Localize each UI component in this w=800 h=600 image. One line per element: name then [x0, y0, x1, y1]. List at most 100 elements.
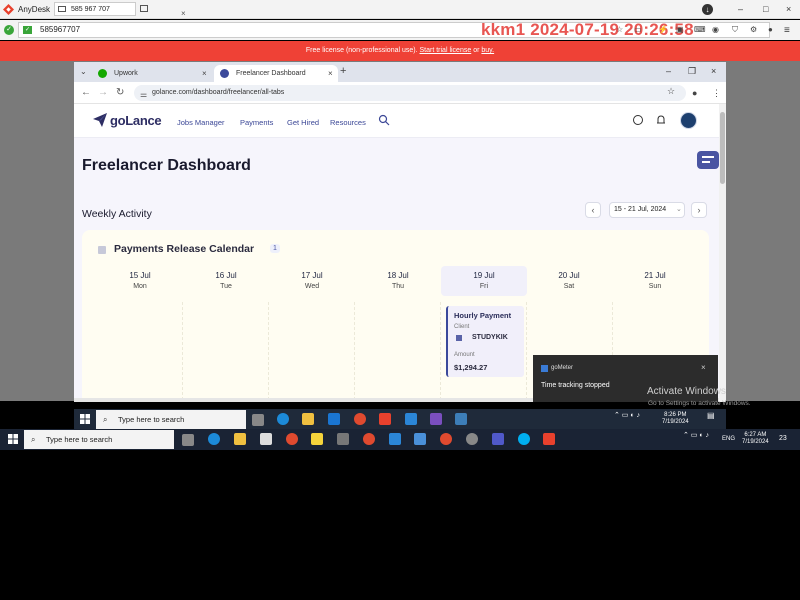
close-tab-icon[interactable]: ×: [328, 65, 333, 82]
task-view-icon[interactable]: [182, 434, 194, 446]
reload-icon[interactable]: ↻: [116, 87, 124, 98]
vscode-icon[interactable]: [389, 433, 401, 445]
vscode-icon[interactable]: [405, 413, 417, 425]
edge-icon[interactable]: [208, 433, 220, 445]
menu-icon[interactable]: ≡: [784, 25, 790, 36]
profile-icon[interactable]: ●: [692, 88, 697, 98]
app-icon[interactable]: [466, 433, 478, 445]
notification-count-badge[interactable]: 23: [779, 435, 787, 442]
local-clock[interactable]: 6:27 AM 7/19/2024: [742, 432, 769, 446]
keyboard-icon[interactable]: ⌨: [694, 25, 706, 34]
tab-upwork[interactable]: Upwork ×: [92, 65, 210, 82]
mail-icon[interactable]: [328, 413, 340, 425]
prev-week-button[interactable]: ‹: [585, 202, 601, 218]
verified-icon: ✓: [23, 26, 32, 34]
visual-studio-icon[interactable]: [430, 413, 442, 425]
chrome-icon[interactable]: [286, 433, 298, 445]
nav-resources[interactable]: Resources: [330, 118, 366, 127]
session-tab[interactable]: 585 967 707 ×: [54, 2, 186, 18]
close-icon[interactable]: ×: [181, 7, 186, 20]
new-session-icon[interactable]: [140, 5, 148, 12]
system-tray-icons[interactable]: ⌃ ▭ ◐ ♪: [614, 412, 640, 419]
tab-freelancer-dashboard[interactable]: Freelancer Dashboard ×: [214, 65, 338, 82]
remote-search-box[interactable]: ⌕ Type here to search: [96, 410, 246, 429]
remote-date: 7/19/2024: [662, 419, 689, 425]
amount-label: Amount: [454, 352, 475, 358]
buy-link[interactable]: buy.: [481, 47, 494, 54]
favorite-icon[interactable]: ☆: [616, 25, 623, 34]
payment-event-card[interactable]: Hourly Payment Client STUDYKIK Amount $1…: [446, 306, 524, 377]
local-taskbar: ⌕ Type here to search ⌃ ▭ ◐ ♪ ENG 6:27 A…: [0, 429, 800, 450]
nav-payments[interactable]: Payments: [240, 118, 273, 127]
task-view-icon[interactable]: [252, 414, 264, 426]
search-icon[interactable]: [378, 114, 390, 126]
nav-jobs-manager[interactable]: Jobs Manager: [177, 118, 225, 127]
minimize-button[interactable]: –: [738, 4, 743, 14]
skype-icon[interactable]: [518, 433, 530, 445]
golance-logo-icon[interactable]: [92, 112, 108, 128]
close-button[interactable]: ×: [786, 4, 791, 14]
new-tab-icon[interactable]: +: [340, 65, 346, 77]
kebab-menu-icon[interactable]: ⋮: [712, 88, 721, 99]
chrome-icon[interactable]: [363, 433, 375, 445]
file-explorer-icon[interactable]: [302, 413, 314, 425]
close-icon[interactable]: ×: [701, 363, 706, 372]
local-search-box[interactable]: ⌕ Type here to search: [24, 430, 174, 449]
restore-button[interactable]: ❐: [688, 66, 696, 77]
forward-icon[interactable]: →: [98, 87, 108, 98]
teams-icon[interactable]: [492, 433, 504, 445]
app-icon[interactable]: [414, 433, 426, 445]
brand-name[interactable]: goLance: [110, 113, 162, 128]
settings-icon[interactable]: [337, 433, 349, 445]
address-bar[interactable]: ⚌ golance.com/dashboard/freelancer/all-t…: [134, 85, 686, 101]
side-panel-button[interactable]: [697, 151, 719, 169]
avatar[interactable]: [680, 112, 697, 129]
language-indicator[interactable]: ENG: [722, 436, 735, 443]
actions-icon[interactable]: ⚡: [658, 25, 668, 34]
bell-icon[interactable]: [655, 114, 667, 126]
record-icon[interactable]: ●: [768, 25, 773, 34]
sticky-notes-icon[interactable]: [311, 433, 323, 445]
chrome-icon[interactable]: [440, 433, 452, 445]
anydesk-icon[interactable]: [379, 413, 391, 425]
start-trial-link[interactable]: Start trial license: [420, 47, 472, 54]
chat-icon[interactable]: ▭: [634, 25, 642, 34]
windows-start-icon[interactable]: [8, 434, 18, 444]
download-icon[interactable]: ↓: [702, 4, 713, 15]
system-tray-icons[interactable]: ⌃ ▭ ◐ ♪: [683, 432, 709, 439]
next-week-button[interactable]: ›: [691, 202, 707, 218]
store-icon[interactable]: [260, 433, 272, 445]
day-name: Sat: [563, 283, 575, 290]
file-explorer-icon[interactable]: [234, 433, 246, 445]
chat-icon[interactable]: [632, 114, 644, 126]
day-header: 18 Jul Thu: [358, 266, 438, 296]
bookmark-star-icon[interactable]: ☆: [667, 86, 675, 97]
chrome-icon[interactable]: [354, 413, 366, 425]
minimize-button[interactable]: –: [666, 66, 671, 76]
privacy-icon[interactable]: ◉: [712, 25, 719, 34]
date-range-select[interactable]: 15 - 21 Jul, 2024 ⌄: [609, 202, 685, 218]
close-button[interactable]: ×: [711, 66, 716, 76]
day-header: 21 Jul Sun: [615, 266, 695, 296]
nav-get-hired[interactable]: Get Hired: [287, 118, 319, 127]
settings-icon[interactable]: ⚙: [750, 25, 757, 34]
day-name: Wed: [304, 283, 320, 290]
tab-search-icon[interactable]: ⌄: [80, 67, 87, 76]
day-header: 17 Jul Wed: [272, 266, 352, 296]
windows-start-icon[interactable]: [80, 414, 90, 424]
back-icon[interactable]: ←: [81, 87, 91, 98]
day-column: [182, 302, 267, 402]
scrollbar-thumb[interactable]: [720, 112, 725, 184]
day-name: Fri: [479, 283, 489, 290]
anydesk-icon[interactable]: [543, 433, 555, 445]
notification-icon[interactable]: ▤: [707, 412, 715, 420]
display-icon[interactable]: ▣: [676, 25, 684, 34]
maximize-button[interactable]: □: [763, 4, 768, 14]
remote-clock[interactable]: 8:26 PM 7/19/2024: [662, 412, 689, 426]
edge-icon[interactable]: [277, 413, 289, 425]
close-tab-icon[interactable]: ×: [202, 65, 207, 82]
snipping-tool-icon[interactable]: [455, 413, 467, 425]
vertical-scrollbar[interactable]: [719, 104, 726, 402]
shield-icon[interactable]: ⛉: [732, 25, 738, 35]
site-info-icon[interactable]: ⚌: [140, 87, 147, 103]
